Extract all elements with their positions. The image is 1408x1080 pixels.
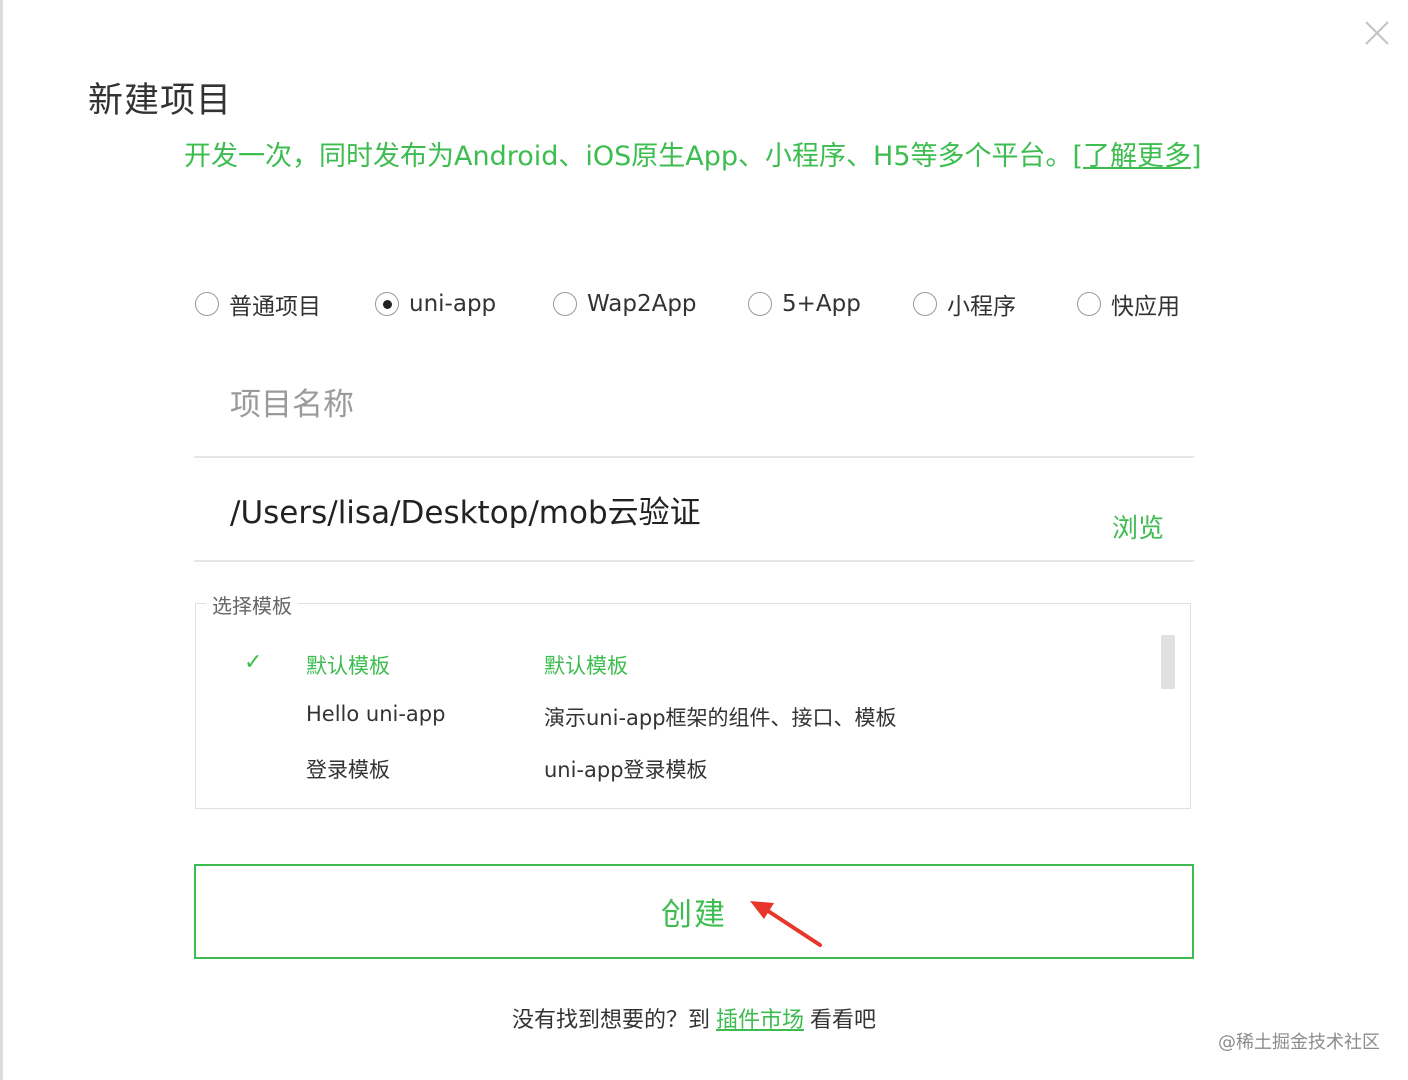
learn-more-link[interactable]: [了解更多] — [1073, 141, 1202, 172]
window-left-edge — [0, 0, 3, 1080]
radio-quick-app[interactable]: 快应用 — [1077, 286, 1180, 322]
radio-circle[interactable] — [1077, 292, 1101, 316]
radio-circle[interactable] — [553, 292, 577, 316]
footer-note: 没有找到想要的？到 插件市场 看看吧 — [0, 1002, 1388, 1034]
radio-5plus-app[interactable]: 5+App — [748, 286, 861, 322]
dialog-subtitle: 开发一次，同时发布为Android、iOS原生App、小程序、H5等多个平台。[… — [184, 134, 1202, 173]
template-desc: 演示uni-app框架的组件、接口、模板 — [544, 706, 897, 730]
radio-circle[interactable] — [913, 292, 937, 316]
template-scrollbar[interactable] — [1161, 635, 1175, 689]
radio-normal-project[interactable]: 普通项目 — [195, 286, 321, 322]
plugin-market-link[interactable]: 插件市场 — [716, 1008, 804, 1033]
template-desc: uni-app登录模板 — [544, 758, 708, 782]
create-button-label: 创建 — [661, 897, 727, 933]
subtitle-text: 开发一次，同时发布为Android、iOS原生App、小程序、H5等多个平台。 — [184, 141, 1073, 172]
template-desc: 默认模板 — [544, 654, 628, 678]
project-type-group: 普通项目 uni-app Wap2App 5+App 小程序 快应用 — [195, 286, 1195, 326]
radio-label: Wap2App — [587, 291, 697, 317]
watermark: @稀土掘金技术社区 — [1218, 1032, 1380, 1053]
project-name-input[interactable] — [228, 386, 1132, 424]
close-icon — [1365, 21, 1389, 45]
radio-label: 小程序 — [947, 294, 1016, 320]
footer-suffix: 看看吧 — [810, 1008, 877, 1033]
create-button[interactable]: 创建 — [194, 864, 1194, 959]
dialog-title: 新建项目 — [88, 81, 233, 121]
radio-mini-program[interactable]: 小程序 — [913, 286, 1016, 322]
template-selector: 选择模板 ✓ 默认模板 默认模板 Hello uni-app 演示uni-app… — [195, 590, 1191, 809]
project-path-field: 浏览 — [194, 470, 1194, 562]
template-name: 默认模板 — [306, 654, 390, 678]
radio-circle[interactable] — [748, 292, 772, 316]
checkmark-icon: ✓ — [244, 650, 263, 675]
radio-uni-app[interactable]: uni-app — [375, 286, 496, 322]
radio-dot — [382, 299, 392, 309]
footer-prefix: 没有找到想要的？到 — [511, 1008, 710, 1033]
close-button[interactable] — [1360, 16, 1394, 50]
radio-wap2app[interactable]: Wap2App — [553, 286, 697, 322]
red-arrow-annotation — [750, 901, 822, 947]
template-row-default[interactable]: ✓ 默认模板 默认模板 — [196, 644, 1156, 688]
radio-circle[interactable] — [195, 292, 219, 316]
project-name-field — [194, 368, 1194, 458]
browse-button[interactable]: 浏览 — [1112, 508, 1164, 545]
project-path-input[interactable] — [228, 490, 1052, 528]
template-legend: 选择模板 — [206, 590, 298, 619]
template-name: 登录模板 — [306, 758, 390, 782]
template-row-login[interactable]: 登录模板 uni-app登录模板 — [196, 748, 1156, 792]
radio-label: uni-app — [409, 291, 497, 317]
radio-label: 快应用 — [1111, 294, 1180, 320]
radio-label: 普通项目 — [229, 294, 321, 320]
template-name: Hello uni-app — [306, 702, 446, 726]
radio-label: 5+App — [782, 291, 861, 317]
template-row-hello-uni-app[interactable]: Hello uni-app 演示uni-app框架的组件、接口、模板 — [196, 696, 1156, 740]
radio-circle-selected[interactable] — [375, 292, 399, 316]
